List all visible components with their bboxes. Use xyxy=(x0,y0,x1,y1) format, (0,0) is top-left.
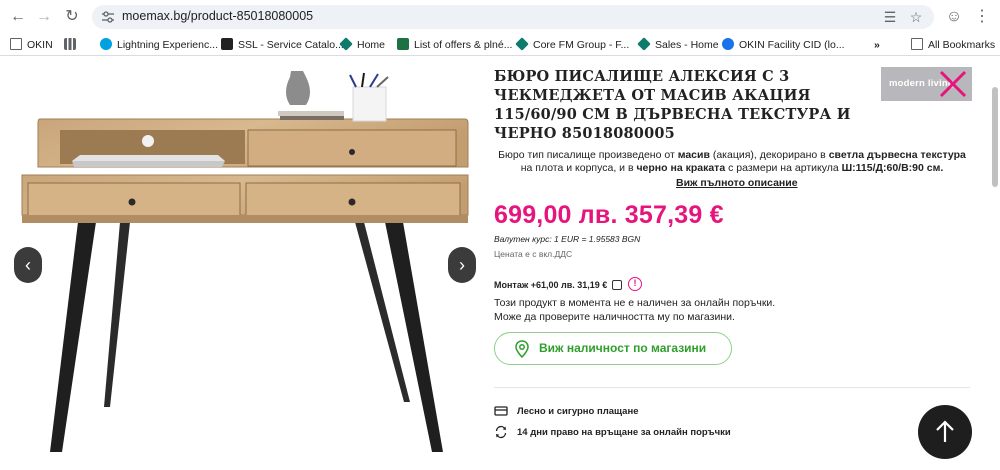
desk-leg xyxy=(50,222,96,452)
bookmark-apps[interactable] xyxy=(64,37,81,53)
vat-note: Цената е с вкл.ДДС xyxy=(494,249,573,259)
back-icon[interactable]: ← xyxy=(8,7,28,27)
reload-icon[interactable]: ↻ xyxy=(62,7,82,27)
apps-grid-icon xyxy=(64,38,76,50)
pen-holder xyxy=(352,86,387,122)
desk-leg xyxy=(104,222,130,407)
desk-leg xyxy=(385,222,443,452)
salesforce-cloud-icon xyxy=(100,38,112,50)
bookmark-lightning[interactable]: Lightning Experienc... xyxy=(100,37,218,53)
laptop xyxy=(72,155,225,161)
location-pin-icon xyxy=(515,340,529,358)
desk-product-image xyxy=(21,71,469,452)
cloud-icon xyxy=(722,38,734,50)
bookmark-sales[interactable]: Sales - Home xyxy=(637,37,719,53)
gallery-prev-chevron-icon[interactable]: ‹ xyxy=(14,247,42,283)
check-store-availability-button[interactable]: Виж наличност по магазини xyxy=(494,332,732,365)
bookmark-star-icon[interactable]: ☆ xyxy=(908,9,924,25)
assembly-label: Монтаж +61,00 лв. 31,19 € xyxy=(494,280,608,290)
translate-icon[interactable]: ☰ xyxy=(882,9,898,25)
books xyxy=(280,116,344,120)
excel-icon xyxy=(397,38,409,50)
arrow-up-icon xyxy=(936,420,954,442)
site-info-icon[interactable] xyxy=(101,10,115,24)
forward-icon[interactable]: → xyxy=(34,7,54,27)
profile-icon[interactable]: ☺ xyxy=(944,7,964,27)
bookmarks-bar: OKIN Lightning Experienc... SSL - Servic… xyxy=(0,34,1000,56)
bookmark-corefm[interactable]: Core FM Group - F... xyxy=(515,37,629,53)
sharepoint-icon xyxy=(637,37,651,51)
assembly-checkbox[interactable] xyxy=(612,280,622,290)
bookmark-offers[interactable]: List of offers & plné... xyxy=(397,37,512,53)
browser-toolbar: ← → ↻ moemax.bg/product-85018080005 ☰ ☆ … xyxy=(0,0,1000,34)
drawer-knob xyxy=(348,198,356,206)
exchange-rate: Валутен курс: 1 EUR = 1.95583 BGN xyxy=(494,234,641,244)
brand-logo[interactable]: modern living xyxy=(881,67,972,101)
laptop xyxy=(72,161,225,167)
sharepoint-icon xyxy=(515,37,529,51)
books xyxy=(278,111,344,116)
gallery-next-chevron-icon[interactable]: › xyxy=(448,247,476,283)
address-bar[interactable]: moemax.bg/product-85018080005 ☰ ☆ xyxy=(92,5,934,29)
brand-x-mark xyxy=(939,70,967,98)
product-price: 699,00 лв. 357,39 € xyxy=(494,201,724,229)
folder-icon xyxy=(911,38,923,50)
scroll-to-top-button[interactable] xyxy=(918,405,972,459)
drawer-knob xyxy=(349,149,355,155)
divider xyxy=(494,387,970,388)
bookmark-okin[interactable]: OKIN xyxy=(10,37,53,53)
vase xyxy=(286,71,310,105)
ssl-icon xyxy=(221,38,233,50)
bookmark-home[interactable]: Home xyxy=(339,37,385,53)
bookmark-all[interactable]: All Bookmarks xyxy=(911,37,995,53)
product-page: ‹ › БЮРО ПИСАЛИЩЕ АЛЕКСИЯ С 3 ЧЕКМЕДЖЕТА… xyxy=(0,57,1000,470)
product-gallery: ‹ › xyxy=(0,57,484,470)
page-scrollbar[interactable] xyxy=(992,87,998,187)
cable-hole xyxy=(142,135,154,147)
more-bookmarks-chevron-icon[interactable]: » xyxy=(874,37,880,53)
product-title: БЮРО ПИСАЛИЩЕ АЛЕКСИЯ С 3 ЧЕКМЕДЖЕТА ОТ … xyxy=(494,68,851,142)
folder-icon xyxy=(10,38,22,50)
menu-icon[interactable]: ⋮ xyxy=(972,7,992,27)
bookmark-okin-facility[interactable]: OKIN Facility CID (lo... xyxy=(722,37,845,53)
product-description: Бюро тип писалище произведено от масив (… xyxy=(498,149,966,174)
full-description-link[interactable]: Виж пълното описание xyxy=(676,177,798,189)
desk-edge xyxy=(22,215,468,223)
url-text[interactable]: moemax.bg/product-85018080005 xyxy=(122,9,313,23)
availability-message: Този продукт в момента не е наличен за о… xyxy=(494,297,776,323)
drawer-knob xyxy=(128,198,136,206)
return-arrows-icon xyxy=(495,425,507,439)
sharepoint-icon xyxy=(339,37,353,51)
info-icon[interactable]: ! xyxy=(628,277,642,291)
bookmark-ssl[interactable]: SSL - Service Catalo... xyxy=(221,37,344,53)
store-button-label: Виж наличност по магазини xyxy=(539,341,707,355)
desk-drawer xyxy=(247,129,457,167)
credit-card-icon xyxy=(494,406,508,416)
